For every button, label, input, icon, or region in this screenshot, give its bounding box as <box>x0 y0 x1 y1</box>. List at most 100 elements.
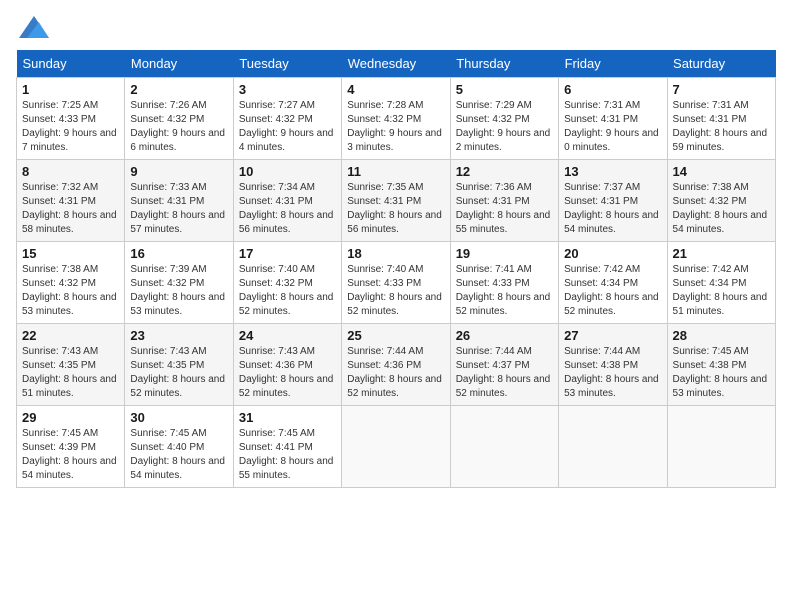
day-number: 17 <box>239 246 336 261</box>
daylight-label: Daylight: 8 hours and 51 minutes. <box>22 374 117 399</box>
day-number: 1 <box>22 82 119 97</box>
day-info: Sunrise: 7:32 AMSunset: 4:31 PMDaylight:… <box>22 181 119 237</box>
day-info: Sunrise: 7:40 AMSunset: 4:33 PMDaylight:… <box>347 263 444 319</box>
day-info: Sunrise: 7:31 AMSunset: 4:31 PMDaylight:… <box>564 99 661 155</box>
sunset-text: Sunset: 4:31 PM <box>130 196 204 207</box>
sunrise-text: Sunrise: 7:44 AM <box>347 346 423 357</box>
sunrise-text: Sunrise: 7:43 AM <box>130 346 206 357</box>
day-number: 26 <box>456 328 553 343</box>
sunrise-text: Sunrise: 7:25 AM <box>22 100 98 111</box>
day-cell-23: 23 Sunrise: 7:43 AMSunset: 4:35 PMDayligh… <box>125 324 233 406</box>
daylight-label: Daylight: 9 hours and 3 minutes. <box>347 128 442 153</box>
day-info: Sunrise: 7:38 AM Sunset: 4:32 PM Daylight:… <box>22 263 119 319</box>
sunrise-text: Sunrise: 7:45 AM <box>22 428 98 439</box>
day-number: 5 <box>456 82 553 97</box>
logo <box>16 16 49 38</box>
daylight-label: Daylight: 8 hours and 53 minutes. <box>673 374 768 399</box>
day-info: Sunrise: 7:31 AMSunset: 4:31 PMDaylight:… <box>673 99 770 155</box>
day-number: 16 <box>130 246 227 261</box>
day-cell-19: 19Sunrise: 7:41 AMSunset: 4:33 PMDayligh… <box>450 242 558 324</box>
day-cell-15: 15Sunrise: 7:38 AMSunset: 4:32 PMDayligh… <box>17 242 125 324</box>
day-number: 22 <box>22 328 119 343</box>
sunrise-text: Sunrise: 7:44 AM <box>564 346 640 357</box>
day-info: Sunrise: 7:43 AMSunset: 4:36 PMDaylight:… <box>239 345 336 401</box>
sunset-text: Sunset: 4:40 PM <box>130 442 204 453</box>
day-number: 25 <box>347 328 444 343</box>
daylight-label: Daylight: 8 hours and 53 minutes. <box>130 292 225 317</box>
day-number: 11 <box>347 164 444 179</box>
day-info: Sunrise: 7:29 AMSunset: 4:32 PMDaylight:… <box>456 99 553 155</box>
sunset-text: Sunset: 4:32 PM <box>22 278 96 289</box>
day-cell-25: 25Sunrise: 7:44 AMSunset: 4:36 PMDayligh… <box>342 324 450 406</box>
day-header-thursday: Thursday <box>450 50 558 78</box>
day-number: 23 <box>130 328 227 343</box>
sunrise-text: Sunrise: 7:41 AM <box>456 264 532 275</box>
daylight-label: Daylight: 8 hours and 53 minutes. <box>22 292 117 317</box>
daylight-label: Daylight: 8 hours and 56 minutes. <box>239 210 334 235</box>
day-number: 24 <box>239 328 336 343</box>
day-number: 3 <box>239 82 336 97</box>
day-cell-24: 24 Sunrise: 7:43 AMSunset: 4:36 PMDayligh… <box>233 324 341 406</box>
day-number: 10 <box>239 164 336 179</box>
daylight-label: Daylight: 8 hours and 54 minutes. <box>564 210 659 235</box>
sunrise-text: Sunrise: 7:42 AM <box>673 264 749 275</box>
sunrise-text: Sunrise: 7:45 AM <box>130 428 206 439</box>
sunrise-text: Sunrise: 7:42 AM <box>564 264 640 275</box>
sunset-text: Sunset: 4:32 PM <box>239 278 313 289</box>
daylight-label: Daylight: 8 hours and 52 minutes. <box>347 374 442 399</box>
sunset-text: Sunset: 4:31 PM <box>347 196 421 207</box>
sunset-text: Sunset: 4:32 PM <box>347 114 421 125</box>
day-info: Sunrise: 7:33 AMSunset: 4:31 PMDaylight:… <box>130 181 227 237</box>
logo-icon <box>19 16 49 38</box>
day-number: 13 <box>564 164 661 179</box>
sunrise-text: Sunrise: 7:40 AM <box>347 264 423 275</box>
sunrise-text: Sunrise: 7:35 AM <box>347 182 423 193</box>
week-row-5: 29Sunrise: 7:45 AMSunset: 4:39 PMDayligh… <box>17 406 776 488</box>
sunset-text: Sunset: 4:31 PM <box>564 196 638 207</box>
day-header-saturday: Saturday <box>667 50 775 78</box>
day-number: 8 <box>22 164 119 179</box>
sunrise-text: Sunrise: 7:36 AM <box>456 182 532 193</box>
sunrise-text: Sunrise: 7:29 AM <box>456 100 532 111</box>
day-number: 4 <box>347 82 444 97</box>
daylight-label: Daylight: 8 hours and 52 minutes. <box>239 292 334 317</box>
day-info: Sunrise: 7:41 AMSunset: 4:33 PMDaylight:… <box>456 263 553 319</box>
daylight-label: Daylight: 8 hours and 54 minutes. <box>673 210 768 235</box>
daylight-label: Daylight: 9 hours and 4 minutes. <box>239 128 334 153</box>
day-cell-31: 31Sunrise: 7:45 AMSunset: 4:41 PMDayligh… <box>233 406 341 488</box>
day-number: 12 <box>456 164 553 179</box>
sunset-text: Sunset: 4:31 PM <box>456 196 530 207</box>
day-number: 7 <box>673 82 770 97</box>
sunrise-text: Sunrise: 7:27 AM <box>239 100 315 111</box>
day-info: Sunrise: 7:35 AMSunset: 4:31 PMDaylight:… <box>347 181 444 237</box>
day-header-sunday: Sunday <box>17 50 125 78</box>
daylight-label: Daylight: 8 hours and 52 minutes. <box>456 292 551 317</box>
sunrise-text: Sunrise: 7:34 AM <box>239 182 315 193</box>
sunrise-text: Sunrise: 7:38 AM <box>22 264 98 275</box>
day-cell-22: 22Sunrise: 7:43 AMSunset: 4:35 PMDayligh… <box>17 324 125 406</box>
day-header-wednesday: Wednesday <box>342 50 450 78</box>
day-cell-2: 2Sunrise: 7:26 AMSunset: 4:32 PMDaylight… <box>125 78 233 160</box>
day-info: Sunrise: 7:43 AMSunset: 4:35 PMDaylight:… <box>130 345 227 401</box>
sunrise-text: Sunrise: 7:39 AM <box>130 264 206 275</box>
day-info: Sunrise: 7:38 AMSunset: 4:32 PMDaylight:… <box>673 181 770 237</box>
day-number: 29 <box>22 410 119 425</box>
day-cell-28: 28Sunrise: 7:45 AMSunset: 4:38 PMDayligh… <box>667 324 775 406</box>
daylight-label: Daylight: 8 hours and 52 minutes. <box>130 374 225 399</box>
week-row-3: 15Sunrise: 7:38 AMSunset: 4:32 PMDayligh… <box>17 242 776 324</box>
day-number: 31 <box>239 410 336 425</box>
day-info: Sunrise: 7:39 AMSunset: 4:32 PMDaylight:… <box>130 263 227 319</box>
day-number: 27 <box>564 328 661 343</box>
daylight-label: Daylight: 8 hours and 52 minutes. <box>564 292 659 317</box>
daylight-label: Daylight: 8 hours and 52 minutes. <box>456 374 551 399</box>
day-info: Sunrise: 7:45 AMSunset: 4:40 PMDaylight:… <box>130 427 227 483</box>
daylight-label: Daylight: 8 hours and 58 minutes. <box>22 210 117 235</box>
day-info: Sunrise: 7:25 AMSunset: 4:33 PMDaylight:… <box>22 99 119 155</box>
day-cell-4: 4Sunrise: 7:28 AMSunset: 4:32 PMDaylight… <box>342 78 450 160</box>
day-header-friday: Friday <box>559 50 667 78</box>
day-number: 21 <box>673 246 770 261</box>
day-cell-13: 13Sunrise: 7:37 AMSunset: 4:31 PMDayligh… <box>559 160 667 242</box>
sunrise-text: Sunrise: 7:31 AM <box>673 100 749 111</box>
sunrise-text: Sunrise: 7:43 AM <box>239 346 315 357</box>
daylight-label: Daylight: 8 hours and 57 minutes. <box>130 210 225 235</box>
